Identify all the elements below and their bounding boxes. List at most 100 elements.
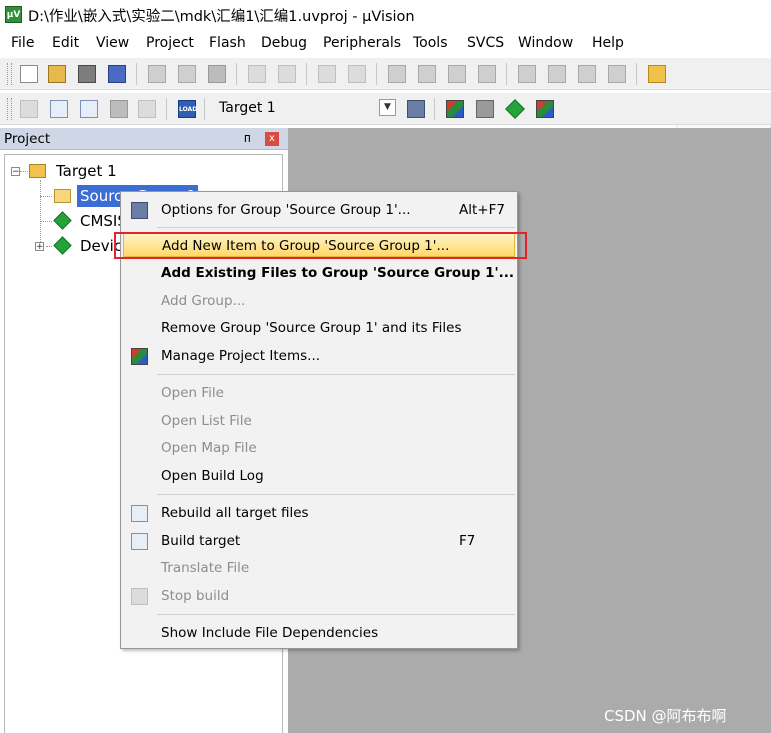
bookmark-icon[interactable] (388, 65, 406, 83)
expand-icon[interactable]: + (35, 242, 44, 252)
comment-icon[interactable] (578, 65, 596, 83)
menu-item-label: Build target (161, 533, 241, 549)
target-select-value: Target 1 (219, 100, 276, 116)
batch-build-icon[interactable] (110, 100, 128, 118)
tree-item-cmsis[interactable]: CMSIS (80, 212, 120, 230)
menu-flash[interactable]: Flash (209, 35, 246, 51)
menu-separator (157, 374, 515, 375)
build-icon[interactable] (50, 100, 68, 118)
folder-icon (54, 189, 71, 203)
toolbar-grip[interactable] (7, 63, 12, 85)
paste-icon[interactable] (208, 65, 226, 83)
context-menu: Options for Group 'Source Group 1'... Al… (120, 191, 518, 649)
toolbar-separator (376, 63, 377, 85)
menu-separator (157, 227, 515, 228)
tree-item-target[interactable]: Target 1 (56, 162, 117, 180)
menu-item-show-include-deps[interactable]: Show Include File Dependencies (123, 620, 515, 646)
menu-item-remove-group[interactable]: Remove Group 'Source Group 1' and its Fi… (123, 315, 515, 341)
save-icon[interactable] (78, 65, 96, 83)
menu-help[interactable]: Help (592, 35, 624, 51)
window-title: D:\作业\嵌入式\实验二\mdk\汇编1\汇编1.uvproj - µVisi… (28, 9, 415, 25)
indent-icon[interactable] (518, 65, 536, 83)
nav-forward-icon[interactable] (348, 65, 366, 83)
file-toolbar (0, 57, 771, 141)
toolbar-separator (506, 63, 507, 85)
menu-tools[interactable]: Tools (413, 35, 448, 51)
open-folder-icon[interactable] (48, 65, 66, 83)
menu-item-label: Add Existing Files to Group 'Source Grou… (161, 265, 515, 281)
toolbar-separator (636, 63, 637, 85)
nav-back-icon[interactable] (318, 65, 336, 83)
toolbar-separator (306, 63, 307, 85)
menu-view[interactable]: View (96, 35, 129, 51)
menu-separator (157, 614, 515, 615)
menu-item-label: Rebuild all target files (161, 505, 309, 521)
rebuild-icon (131, 505, 148, 522)
save-all-icon[interactable] (108, 65, 126, 83)
undo-icon[interactable] (248, 65, 266, 83)
copy-icon[interactable] (178, 65, 196, 83)
menu-item-open-build-log[interactable]: Open Build Log (123, 463, 515, 489)
toolbar-grip[interactable] (7, 98, 12, 120)
manage-books-icon[interactable] (476, 100, 494, 118)
target-select[interactable]: Target 1 ▼ (209, 96, 399, 120)
menu-item-label: Options for Group 'Source Group 1'... (161, 202, 411, 218)
bookmark-prev-icon[interactable] (418, 65, 436, 83)
options-wand-icon (131, 202, 148, 219)
menu-item-open-list-file[interactable]: Open List File (123, 408, 515, 434)
menu-item-open-file[interactable]: Open File (123, 380, 515, 406)
translate-icon[interactable] (20, 100, 38, 118)
toolbar-separator (434, 98, 435, 120)
toolbar-separator (136, 63, 137, 85)
stop-build-icon[interactable] (138, 100, 156, 118)
menu-item-label: Open Map File (161, 440, 257, 456)
menu-item-build-target[interactable]: Build target F7 (123, 528, 515, 554)
menu-svcs[interactable]: SVCS (467, 35, 504, 51)
menu-item-add-group[interactable]: Add Group... (123, 288, 515, 314)
menu-project[interactable]: Project (146, 35, 194, 51)
bookmark-next-icon[interactable] (448, 65, 466, 83)
pack-installer-icon[interactable] (536, 100, 554, 118)
unindent-icon[interactable] (548, 65, 566, 83)
menu-item-label: Add Group... (161, 293, 246, 309)
menu-item-add-existing-files[interactable]: Add Existing Files to Group 'Source Grou… (123, 260, 515, 286)
menu-item-label: Open Build Log (161, 468, 264, 484)
chevron-down-icon[interactable]: ▼ (379, 99, 396, 116)
menu-edit[interactable]: Edit (52, 35, 79, 51)
cut-icon[interactable] (148, 65, 166, 83)
watermark: CSDN @阿布布啊 (604, 707, 727, 725)
panel-header: Project ᴨ x (0, 128, 288, 150)
highlight-annotation (114, 232, 527, 259)
menu-item-stop-build[interactable]: Stop build (123, 583, 515, 609)
bookmark-clear-icon[interactable] (478, 65, 496, 83)
menu-window[interactable]: Window (518, 35, 573, 51)
menu-peripherals[interactable]: Peripherals (323, 35, 401, 51)
pin-icon[interactable]: ᴨ (244, 131, 251, 145)
menu-file[interactable]: File (11, 35, 34, 51)
collapse-icon[interactable]: − (11, 167, 20, 177)
menu-item-translate-file[interactable]: Translate File (123, 555, 515, 581)
menu-debug[interactable]: Debug (261, 35, 307, 51)
redo-icon[interactable] (278, 65, 296, 83)
stop-build-icon (131, 588, 148, 605)
menu-item-rebuild-all[interactable]: Rebuild all target files (123, 500, 515, 526)
rebuild-icon[interactable] (80, 100, 98, 118)
new-file-icon[interactable] (20, 65, 38, 83)
select-software-packs-icon[interactable] (505, 99, 525, 119)
menu-item-manage-project-items[interactable]: Manage Project Items... (123, 343, 515, 369)
menu-item-open-map-file[interactable]: Open Map File (123, 435, 515, 461)
menu-item-label: Show Include File Dependencies (161, 625, 379, 641)
tree-connector (40, 180, 41, 248)
menu-item-options-for-group[interactable]: Options for Group 'Source Group 1'... Al… (123, 197, 515, 223)
find-in-files-icon[interactable] (648, 65, 666, 83)
uncomment-icon[interactable] (608, 65, 626, 83)
menu-item-label: Remove Group 'Source Group 1' and its Fi… (161, 320, 462, 336)
manage-components-icon[interactable] (446, 100, 464, 118)
close-icon[interactable]: x (265, 132, 279, 146)
load-icon[interactable]: LOAD (178, 100, 197, 118)
toolbar-separator (204, 98, 205, 120)
target-icon (29, 164, 46, 178)
panel-title: Project (4, 131, 51, 147)
options-wand-icon[interactable] (407, 100, 425, 118)
tree-connector (40, 196, 52, 197)
